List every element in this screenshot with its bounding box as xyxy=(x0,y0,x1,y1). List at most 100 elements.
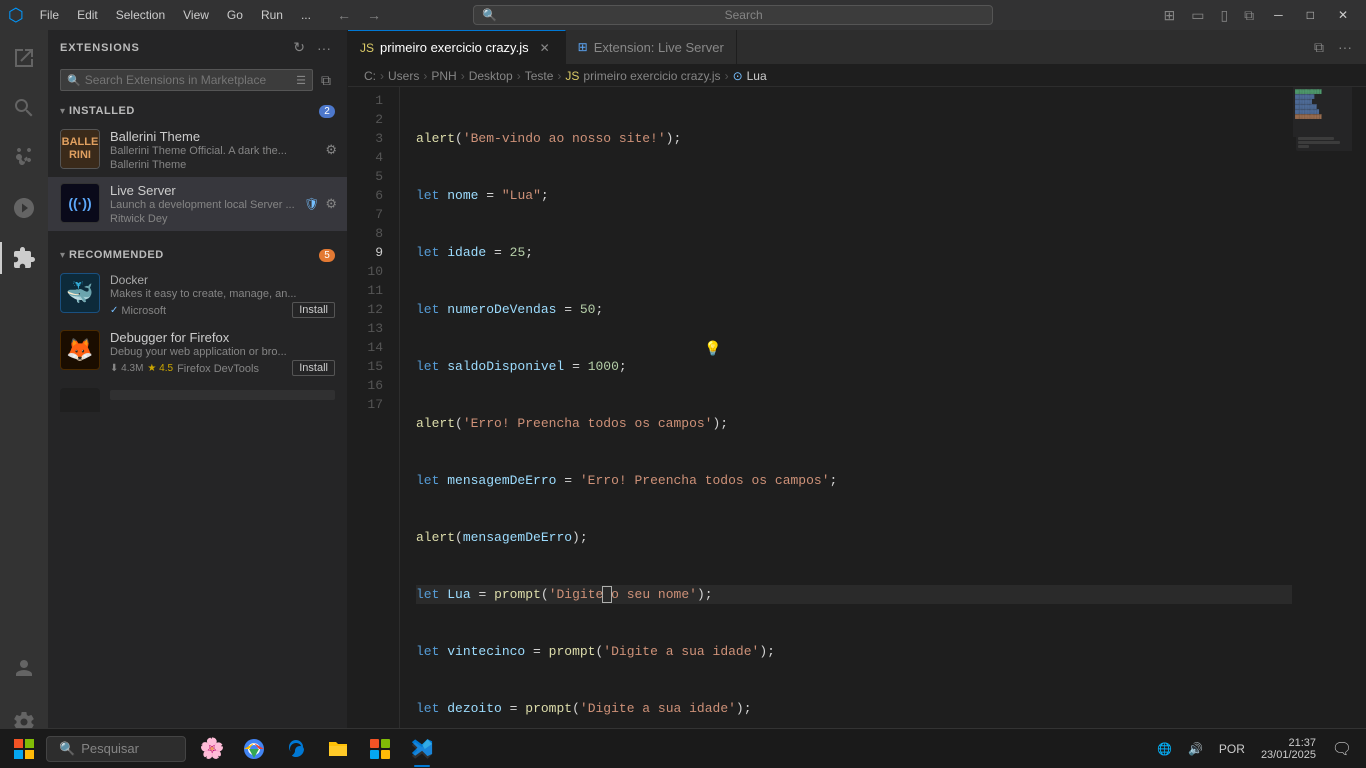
more-actions-button[interactable]: ··· xyxy=(313,37,335,58)
tab-primeiro-exercicio[interactable]: JS primeiro exercicio crazy.js ✕ xyxy=(348,30,566,65)
recommended-title-wrap: ▾ RECOMMENDED xyxy=(60,249,164,261)
firefox-install-button[interactable]: Install xyxy=(292,360,335,376)
code-line-1: alert('Bem-vindo ao nosso site!'); xyxy=(416,129,1292,148)
breadcrumb-symbol-icon: ⊙ xyxy=(733,69,743,83)
notification-center-button[interactable]: 🗨 xyxy=(1326,733,1358,765)
menu-edit[interactable]: Edit xyxy=(69,6,106,24)
activity-account[interactable] xyxy=(0,644,48,692)
window-controls: ⊞ ▭ ▯ ⧉ ─ □ ✕ xyxy=(1157,0,1358,30)
taskbar-app-vscode[interactable] xyxy=(402,729,442,768)
ballerini-icon: BALLERINI xyxy=(60,129,100,169)
breadcrumb-lua[interactable]: Lua xyxy=(747,69,767,83)
recommended-section-header[interactable]: ▾ RECOMMENDED 5 xyxy=(48,243,347,267)
menu-more[interactable]: ... xyxy=(293,6,319,24)
live-server-shield-icon: 🛡 xyxy=(304,197,319,211)
menu-bar: File Edit Selection View Go Run ... xyxy=(32,6,319,24)
taskbar-app-flower[interactable]: 🌸 xyxy=(192,729,232,768)
live-server-tab-label: Extension: Live Server xyxy=(594,40,724,55)
extension-item-docker[interactable]: 🐳 Docker Makes it easy to create, manage… xyxy=(48,267,347,324)
start-button[interactable] xyxy=(4,729,44,768)
extension-item-live-server[interactable]: ((·)) Live Server Launch a development l… xyxy=(48,177,347,231)
layout-icon[interactable]: ⊞ xyxy=(1157,5,1181,26)
docker-install-button[interactable]: Install xyxy=(292,302,335,318)
breadcrumb-desktop[interactable]: Desktop xyxy=(469,69,513,83)
close-button[interactable]: ✕ xyxy=(1328,0,1358,30)
app-logo: ⬡ xyxy=(8,5,24,26)
sidebar-right-icon[interactable]: ▯ xyxy=(1214,5,1234,26)
notification-icon: 🗨 xyxy=(1332,739,1352,759)
split-editor-button[interactable]: ⧉ xyxy=(1308,37,1330,58)
ballerini-settings-button[interactable]: ⚙ xyxy=(323,140,339,160)
extension-item-ballerini[interactable]: BALLERINI Ballerini Theme Ballerini Them… xyxy=(48,123,347,177)
extension-search-input[interactable] xyxy=(85,73,292,87)
taskbar-volume[interactable]: 🔊 xyxy=(1182,738,1209,760)
docker-icon: 🐳 xyxy=(60,273,100,313)
taskbar-app-files[interactable] xyxy=(318,729,358,768)
panel-icon[interactable]: ▭ xyxy=(1185,5,1210,26)
global-search[interactable]: 🔍 Search xyxy=(473,5,993,25)
split-icon[interactable]: ⧉ xyxy=(1238,5,1260,26)
forward-button[interactable]: → xyxy=(361,5,387,25)
back-button[interactable]: ← xyxy=(331,5,357,25)
menu-file[interactable]: File xyxy=(32,6,67,24)
taskbar-datetime[interactable]: 21:37 23/01/2025 xyxy=(1255,733,1322,765)
lightbulb-icon[interactable]: 💡 xyxy=(704,340,721,357)
taskbar-app-edge[interactable] xyxy=(276,729,316,768)
docker-author: Microsoft xyxy=(121,305,166,317)
minimap: ▓▓▓▓▓▓▓▓▓▓▓ ▓▓▓▓▓▓▓▓ ▓▓▓▓▓▓▓ ▓▓▓▓▓▓▓▓▓ ▓… xyxy=(1292,87,1352,746)
menu-view[interactable]: View xyxy=(175,6,217,24)
code-editor[interactable]: 💡 1 2 3 4 5 6 7 8 9 10 11 12 13 14 15 16… xyxy=(348,87,1366,746)
search-icon: 🔍 xyxy=(482,8,497,22)
activity-run-debug[interactable] xyxy=(0,184,48,232)
installed-section-header[interactable]: ▾ INSTALLED 2 xyxy=(48,99,347,123)
taskbar-app-store[interactable] xyxy=(360,729,400,768)
breadcrumb-pnh[interactable]: PNH xyxy=(431,69,456,83)
line-num-1: 1 xyxy=(356,91,387,110)
filter-extensions-button[interactable]: ⧉ xyxy=(317,70,335,91)
activity-search[interactable] xyxy=(0,84,48,132)
code-line-6: alert('Erro! Preencha todos os campos'); xyxy=(416,414,1292,433)
refresh-extensions-button[interactable]: ↻ xyxy=(289,37,309,58)
maximize-button[interactable]: □ xyxy=(1297,0,1324,30)
network-icon: 🌐 xyxy=(1157,742,1172,756)
minimize-button[interactable]: ─ xyxy=(1264,0,1293,30)
recommended-section-title: RECOMMENDED xyxy=(69,249,164,261)
breadcrumb-users[interactable]: Users xyxy=(388,69,419,83)
menu-selection[interactable]: Selection xyxy=(108,6,173,24)
taskbar-network[interactable]: 🌐 xyxy=(1151,738,1178,760)
main-layout: EXTENSIONS ↻ ··· 🔍 ☰ ⧉ ▾ INSTALLED 2 xyxy=(0,30,1366,746)
installed-count-badge: 2 xyxy=(319,105,335,118)
tab-live-server[interactable]: ⊞ Extension: Live Server xyxy=(566,30,737,65)
menu-run[interactable]: Run xyxy=(253,6,291,24)
extension-item-more[interactable] xyxy=(48,382,347,412)
code-line-10: let vintecinco = prompt('Digite a sua id… xyxy=(416,642,1292,661)
menu-go[interactable]: Go xyxy=(219,6,251,24)
breadcrumb-teste[interactable]: Teste xyxy=(525,69,554,83)
taskbar-language[interactable]: POR xyxy=(1213,738,1251,760)
vertical-scrollbar[interactable] xyxy=(1352,87,1366,746)
breadcrumb-filename[interactable]: primeiro exercicio crazy.js xyxy=(583,69,720,83)
tab-close-button[interactable]: ✕ xyxy=(537,40,553,56)
code-content[interactable]: alert('Bem-vindo ao nosso site!'); let n… xyxy=(400,87,1292,746)
extension-search-box[interactable]: 🔍 ☰ xyxy=(60,69,313,91)
taskbar-app-chrome[interactable] xyxy=(234,729,274,768)
line-num-6: 6 xyxy=(356,186,387,205)
clear-search-icon[interactable]: ☰ xyxy=(296,74,306,87)
live-server-settings-button[interactable]: ⚙ xyxy=(323,194,339,214)
activity-explorer[interactable] xyxy=(0,34,48,82)
more-editor-actions-button[interactable]: ··· xyxy=(1332,37,1358,57)
line-num-12: 12 xyxy=(356,300,387,319)
taskbar-search[interactable]: 🔍 Pesquisar xyxy=(46,736,186,762)
extension-item-debugger-firefox[interactable]: 🦊 Debugger for Firefox Debug your web ap… xyxy=(48,324,347,382)
volume-icon: 🔊 xyxy=(1188,742,1203,756)
docker-name: Docker xyxy=(110,273,335,287)
activity-extensions[interactable] xyxy=(0,234,48,282)
breadcrumb-c[interactable]: C: xyxy=(364,69,376,83)
ballerini-info: Ballerini Theme Ballerini Theme Official… xyxy=(110,129,335,171)
line-num-8: 8 xyxy=(356,224,387,243)
title-bar: ⬡ File Edit Selection View Go Run ... ← … xyxy=(0,0,1366,30)
line-num-3: 3 xyxy=(356,129,387,148)
live-server-desc: Launch a development local Server ... xyxy=(110,199,335,211)
activity-source-control[interactable] xyxy=(0,134,48,182)
taskbar-search-icon: 🔍 xyxy=(59,741,75,757)
